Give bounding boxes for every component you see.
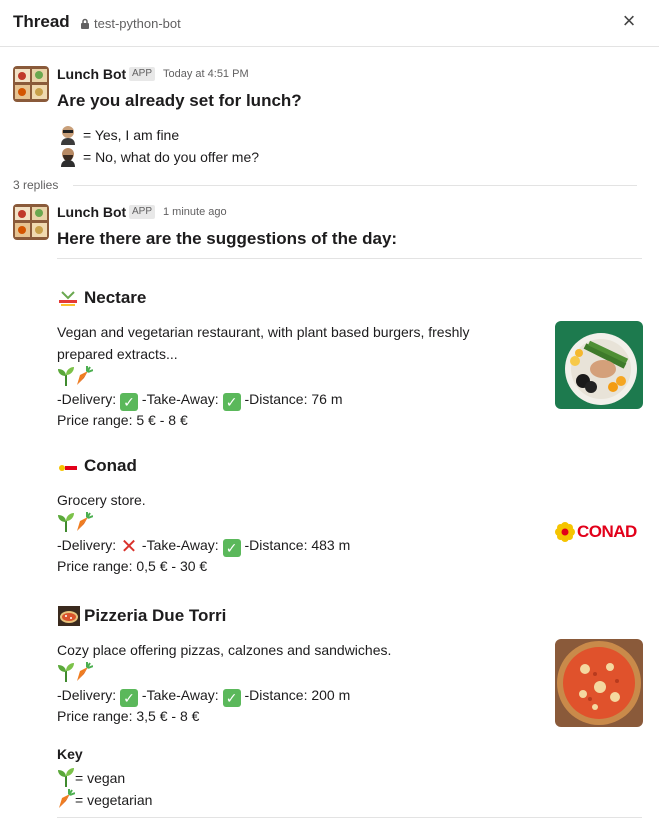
sender-name[interactable]: Lunch Bot: [57, 66, 126, 82]
channel-link[interactable]: test-python-bot: [80, 16, 181, 31]
check-icon: ✓: [120, 393, 139, 411]
thread-title: Thread: [13, 12, 70, 31]
key-vegetarian-label: = vegetarian: [75, 792, 153, 808]
lock-icon: [81, 18, 89, 29]
diet-icons: [57, 662, 93, 683]
check-icon: ✓: [120, 689, 139, 707]
suggestions-heading: Here there are the suggestions of the da…: [57, 229, 398, 248]
key-vegan: = vegan: [57, 767, 125, 787]
diet-icons: [57, 366, 93, 387]
takeaway-label: -Take-Away:: [138, 537, 223, 553]
bot-avatar[interactable]: [13, 204, 49, 240]
user-avatar-2: [59, 147, 79, 167]
message-timestamp[interactable]: Today at 4:51 PM: [163, 68, 249, 80]
price-range: Price range: 0,5 € - 30 €: [57, 558, 208, 574]
nectare-logo-icon: [58, 289, 78, 309]
distance-text: -Distance: 483 m: [240, 537, 351, 553]
delivery-label: -Delivery:: [57, 537, 121, 553]
delivery-info: -Delivery: ✓ -Take-Away: ✓ -Distance: 20…: [57, 684, 350, 707]
conad-logo-icon: [58, 458, 78, 478]
conad-logo-image[interactable]: CONAD: [555, 520, 643, 544]
delivery-label: -Delivery:: [57, 687, 121, 703]
thread-header: Thread test-python-bot ×: [0, 0, 659, 47]
cross-icon: ✕: [120, 536, 138, 558]
carrot-icon: [77, 366, 93, 385]
check-icon: ✓: [222, 539, 241, 557]
app-badge: APP: [129, 67, 156, 81]
nectare-food-image[interactable]: [555, 321, 643, 409]
user-avatar-1: [59, 125, 79, 145]
section-divider: [57, 258, 642, 259]
delivery-info: -Delivery: ✓ -Take-Away: ✓ -Distance: 76…: [57, 388, 343, 411]
conad-logo-text: CONAD: [577, 522, 637, 541]
restaurant-description: Cozy place offering pizzas, calzones and…: [57, 642, 392, 658]
restaurant-name: Nectare: [84, 288, 147, 307]
flower-icon: [555, 522, 575, 542]
section-divider: [57, 817, 642, 818]
check-icon: ✓: [222, 393, 241, 411]
restaurant-name: Pizzeria Due Torri: [84, 606, 227, 625]
sender-name[interactable]: Lunch Bot: [57, 204, 126, 220]
app-badge: APP: [129, 205, 156, 219]
message-timestamp[interactable]: 1 minute ago: [163, 206, 227, 218]
carrot-icon: [77, 512, 93, 531]
restaurant-description: Grocery store.: [57, 492, 146, 508]
takeaway-label: -Take-Away:: [138, 687, 223, 703]
restaurant-description: Vegan and vegetarian restaurant, with pl…: [57, 324, 470, 362]
key-vegan-label: = vegan: [75, 770, 126, 786]
seedling-icon: [58, 367, 74, 386]
price-range: Price range: 3,5 € - 8 €: [57, 708, 200, 724]
check-icon: ✓: [222, 689, 241, 707]
close-icon[interactable]: ×: [618, 10, 640, 32]
key-vegetarian: = vegetarian: [57, 789, 152, 809]
distance-text: -Distance: 200 m: [240, 687, 351, 703]
distance-text: -Distance: 76 m: [240, 391, 343, 407]
pizza-image[interactable]: [555, 639, 643, 727]
channel-name: test-python-bot: [94, 16, 181, 31]
delivery-label: -Delivery:: [57, 391, 121, 407]
bot-avatar[interactable]: [13, 66, 49, 102]
lunch-question: Are you already set for lunch?: [57, 91, 302, 110]
restaurant-name: Conad: [84, 456, 137, 475]
option-no: = No, what do you offer me?: [83, 149, 260, 165]
replies-count: 3 replies: [13, 178, 59, 192]
carrot-icon: [59, 789, 75, 808]
carrot-icon: [77, 662, 93, 681]
diet-icons: [57, 512, 93, 533]
seedling-icon: [58, 663, 74, 682]
price-range: Price range: 5 € - 8 €: [57, 412, 188, 428]
pizzeria-logo-icon: [58, 606, 80, 626]
seedling-icon: [58, 513, 74, 532]
takeaway-label: -Take-Away:: [138, 391, 223, 407]
replies-divider: [73, 185, 637, 186]
delivery-info: -Delivery: ✕ -Take-Away: ✓ -Distance: 48…: [57, 534, 350, 557]
key-title: Key: [57, 746, 83, 762]
option-yes: = Yes, I am fine: [83, 127, 180, 143]
seedling-icon: [58, 768, 74, 787]
